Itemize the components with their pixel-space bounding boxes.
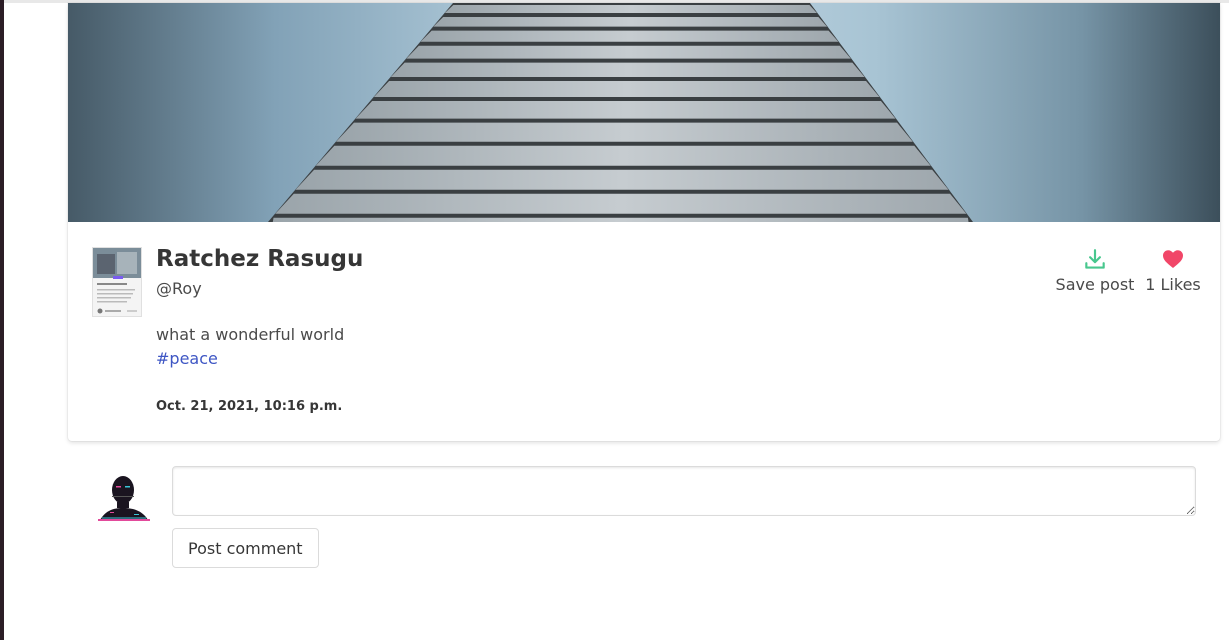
post-timestamp: Oct. 21, 2021, 10:16 p.m. [156, 399, 343, 414]
download-icon [1054, 247, 1136, 273]
author-name[interactable]: Ratchez Rasugu [156, 246, 363, 272]
like-button[interactable]: 1 Likes [1144, 247, 1202, 294]
save-post-button[interactable]: Save post [1054, 247, 1136, 294]
window-edge [0, 0, 4, 640]
post-card: Ratchez Rasugu @Roy what a wonderful wor… [68, 3, 1220, 441]
heart-icon [1144, 247, 1202, 273]
comment-input[interactable] [172, 466, 1196, 516]
post-cover-image [68, 3, 1220, 222]
likes-count-label: 1 Likes [1145, 275, 1201, 294]
hashtag-link[interactable]: #peace [156, 349, 218, 368]
save-post-label: Save post [1055, 275, 1135, 294]
post-caption: what a wonderful world [156, 325, 345, 344]
commenter-avatar [92, 468, 152, 528]
author-avatar[interactable] [92, 247, 142, 317]
post-comment-button[interactable]: Post comment [172, 528, 319, 568]
author-handle[interactable]: @Roy [156, 279, 202, 298]
